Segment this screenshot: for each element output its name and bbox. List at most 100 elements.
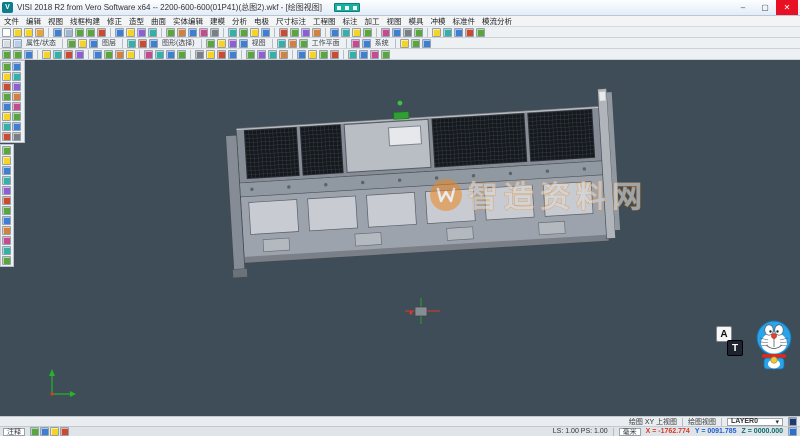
side-tool-icon-4[interactable]: [2, 186, 11, 195]
tool-icon-10[interactable]: [138, 39, 147, 48]
tool-icon-0[interactable]: [2, 28, 11, 37]
status-tool-icon-1[interactable]: [40, 427, 49, 436]
menu-item-label-1[interactable]: 编辑: [26, 16, 41, 27]
tool-icon-31[interactable]: [422, 39, 431, 48]
tool-icon-34[interactable]: [352, 28, 361, 37]
layer-selector[interactable]: LAYER0 ▾: [727, 418, 783, 426]
tool-icon-19[interactable]: [199, 28, 208, 37]
tool-icon-4[interactable]: [67, 39, 76, 48]
tool-icon-9[interactable]: [97, 28, 106, 37]
tool-icon-30[interactable]: [312, 28, 321, 37]
side-tool-icon-9[interactable]: [12, 102, 21, 111]
tool-icon-45[interactable]: [465, 28, 474, 37]
tool-icon-8[interactable]: [86, 28, 95, 37]
tool-icon-17[interactable]: [177, 50, 186, 59]
side-tool-icon-1[interactable]: [2, 156, 11, 165]
menu-item-label-11[interactable]: 尺寸标注: [276, 16, 306, 27]
tool-icon-22[interactable]: [299, 39, 308, 48]
side-tool-icon-0[interactable]: [2, 62, 11, 71]
tool-icon-14[interactable]: [148, 28, 157, 37]
green-clamp[interactable]: [394, 112, 409, 120]
tool-icon-39[interactable]: [403, 28, 412, 37]
tool-icon-32[interactable]: [330, 28, 339, 37]
tool-icon-25[interactable]: [261, 28, 270, 37]
tool-icon-11[interactable]: [115, 28, 124, 37]
status-tool-icon-2[interactable]: [50, 427, 59, 436]
mesh-panel[interactable]: [432, 114, 527, 168]
menu-item-label-15[interactable]: 视图: [387, 16, 402, 27]
tool-icon-43[interactable]: [443, 28, 452, 37]
tool-icon-0[interactable]: [2, 50, 11, 59]
tool-icon-25[interactable]: [257, 50, 266, 59]
tool-icon-20[interactable]: [277, 39, 286, 48]
tool-icon-42[interactable]: [432, 28, 441, 37]
tool-icon-25[interactable]: [351, 39, 360, 48]
tool-icon-11[interactable]: [149, 39, 158, 48]
tool-icon-5[interactable]: [78, 39, 87, 48]
tool-icon-13[interactable]: [137, 28, 146, 37]
tool-icon-17[interactable]: [239, 39, 248, 48]
3d-scene[interactable]: 智造资料网: [0, 60, 800, 416]
menu-item-label-7[interactable]: 实体编辑: [173, 16, 203, 27]
tool-icon-10[interactable]: [104, 50, 113, 59]
tool-icon-35[interactable]: [363, 28, 372, 37]
status-tool-icon-0[interactable]: [30, 427, 39, 436]
side-tool-icon-3[interactable]: [2, 176, 11, 185]
side-tool-icon-11[interactable]: [2, 256, 11, 265]
tool-icon-6[interactable]: [64, 50, 73, 59]
tool-icon-27[interactable]: [279, 50, 288, 59]
side-tool-icon-10[interactable]: [2, 112, 11, 121]
side-tool-icon-2[interactable]: [2, 166, 11, 175]
tool-icon-32[interactable]: [330, 50, 339, 59]
side-tool-icon-10[interactable]: [2, 246, 11, 255]
side-tool-icon-5[interactable]: [2, 196, 11, 205]
tool-icon-16[interactable]: [166, 50, 175, 59]
units-selector[interactable]: 毫米: [619, 428, 641, 436]
side-tool-icon-5[interactable]: [12, 82, 21, 91]
child-restore-icon[interactable]: [345, 6, 349, 10]
menu-item-label-10[interactable]: 电极: [254, 16, 269, 27]
tool-icon-14[interactable]: [206, 39, 215, 48]
tool-icon-6[interactable]: [89, 39, 98, 48]
tool-icon-24[interactable]: [246, 50, 255, 59]
tool-icon-16[interactable]: [166, 28, 175, 37]
tool-icon-46[interactable]: [476, 28, 485, 37]
side-tool-icon-8[interactable]: [2, 226, 11, 235]
menu-item-label-4[interactable]: 修正: [107, 16, 122, 27]
tool-icon-18[interactable]: [188, 28, 197, 37]
tool-icon-20[interactable]: [206, 50, 215, 59]
tool-icon-21[interactable]: [288, 39, 297, 48]
tool-icon-26[interactable]: [268, 50, 277, 59]
tool-icon-33[interactable]: [341, 28, 350, 37]
child-minimize-icon[interactable]: [337, 6, 341, 10]
tool-icon-3[interactable]: [35, 28, 44, 37]
tool-icon-37[interactable]: [381, 28, 390, 37]
side-tool-icon-2[interactable]: [2, 72, 11, 81]
tool-icon-1[interactable]: [13, 39, 22, 48]
tool-icon-9[interactable]: [93, 50, 102, 59]
menu-item-label-17[interactable]: 冲模: [431, 16, 446, 27]
tool-icon-4[interactable]: [42, 50, 51, 59]
annotation-toggle[interactable]: 注释: [3, 428, 25, 436]
tool-icon-11[interactable]: [115, 50, 124, 59]
tool-icon-40[interactable]: [414, 28, 423, 37]
side-tool-icon-8[interactable]: [2, 102, 11, 111]
side-tool-icon-11[interactable]: [12, 112, 21, 121]
tool-icon-29[interactable]: [297, 50, 306, 59]
tool-icon-22[interactable]: [228, 28, 237, 37]
menu-item-label-16[interactable]: 模具: [409, 16, 424, 27]
tool-icon-31[interactable]: [319, 50, 328, 59]
tool-icon-1[interactable]: [13, 28, 22, 37]
tool-icon-17[interactable]: [177, 28, 186, 37]
mesh-panel[interactable]: [300, 125, 343, 175]
tool-icon-7[interactable]: [75, 50, 84, 59]
status-corner-icon[interactable]: [788, 427, 797, 436]
menu-item-label-6[interactable]: 曲面: [151, 16, 166, 27]
tool-icon-12[interactable]: [126, 50, 135, 59]
tool-icon-6[interactable]: [64, 28, 73, 37]
side-tool-icon-6[interactable]: [2, 92, 11, 101]
menu-item-label-8[interactable]: 建模: [210, 16, 225, 27]
tool-icon-15[interactable]: [155, 50, 164, 59]
tool-icon-16[interactable]: [228, 39, 237, 48]
tool-icon-44[interactable]: [454, 28, 463, 37]
